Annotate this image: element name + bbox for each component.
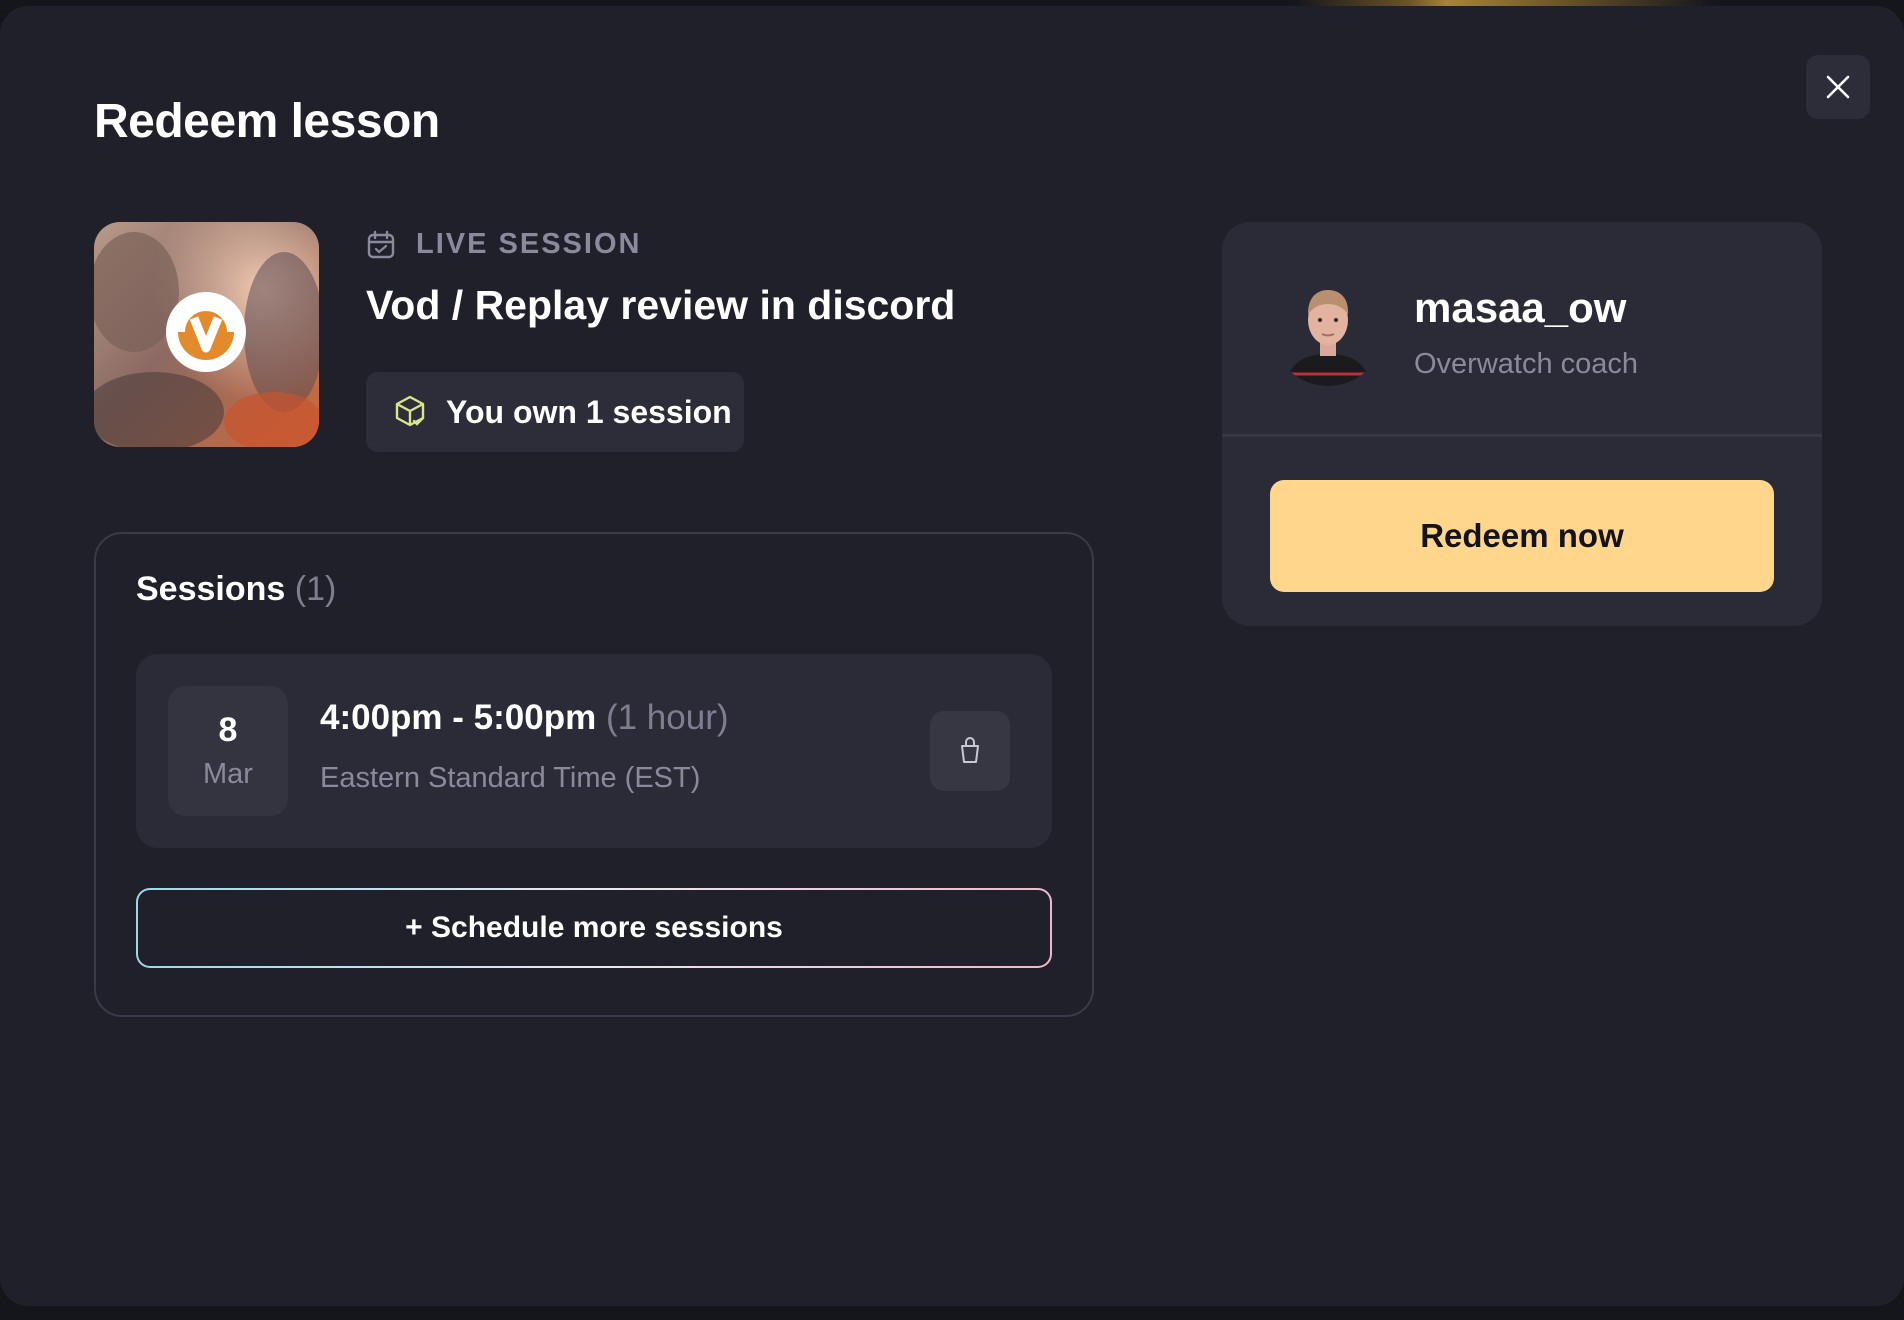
session-type-label: LIVE SESSION xyxy=(416,228,642,260)
delete-session-button[interactable] xyxy=(930,711,1010,791)
sessions-heading: Sessions (1) xyxy=(136,570,336,609)
trash-icon xyxy=(961,737,979,763)
lesson-name: Vod / Replay review in discord xyxy=(366,282,956,328)
redeem-now-button[interactable]: Redeem now xyxy=(1270,480,1774,592)
coach-card: masaa_ow Overwatch coach Redeem now xyxy=(1222,222,1822,626)
session-type: LIVE SESSION xyxy=(366,228,641,261)
session-row: 8 Mar 4:00pm - 5:00pm (1 hour) Eastern S… xyxy=(136,654,1052,848)
sessions-panel: Sessions (1) 8 Mar 4:00pm - 5:00pm (1 ho… xyxy=(94,532,1094,1017)
package-check-icon xyxy=(395,395,425,427)
session-day: 8 xyxy=(218,711,238,749)
schedule-more-button[interactable]: + Schedule more sessions xyxy=(136,888,1052,968)
ownership-label: You own 1 session xyxy=(446,393,732,430)
coach-avatar xyxy=(1272,274,1384,386)
session-date: 8 Mar xyxy=(168,686,288,816)
coach-divider xyxy=(1222,434,1822,437)
coach-name[interactable]: masaa_ow xyxy=(1414,284,1626,332)
session-time-range: 4:00pm - 5:00pm xyxy=(320,698,597,737)
session-time: 4:00pm - 5:00pm (1 hour) xyxy=(320,698,729,738)
modal-title: Redeem lesson xyxy=(94,95,440,148)
session-duration: (1 hour) xyxy=(605,698,729,737)
sessions-heading-label: Sessions xyxy=(136,570,286,608)
sessions-count: (1) xyxy=(294,570,337,608)
calendar-icon xyxy=(367,230,395,258)
redeem-modal: Redeem lesson LIVE SESSION Vod / Replay … xyxy=(0,6,1904,1306)
close-button[interactable] xyxy=(1806,55,1870,119)
close-icon xyxy=(1826,75,1850,99)
ownership-badge: You own 1 session xyxy=(366,372,744,452)
lesson-thumbnail xyxy=(94,222,319,447)
session-timezone: Eastern Standard Time (EST) xyxy=(320,762,701,794)
session-month: Mar xyxy=(203,758,253,790)
schedule-more-label: + Schedule more sessions xyxy=(138,890,1050,966)
coach-role: Overwatch coach xyxy=(1414,348,1639,380)
